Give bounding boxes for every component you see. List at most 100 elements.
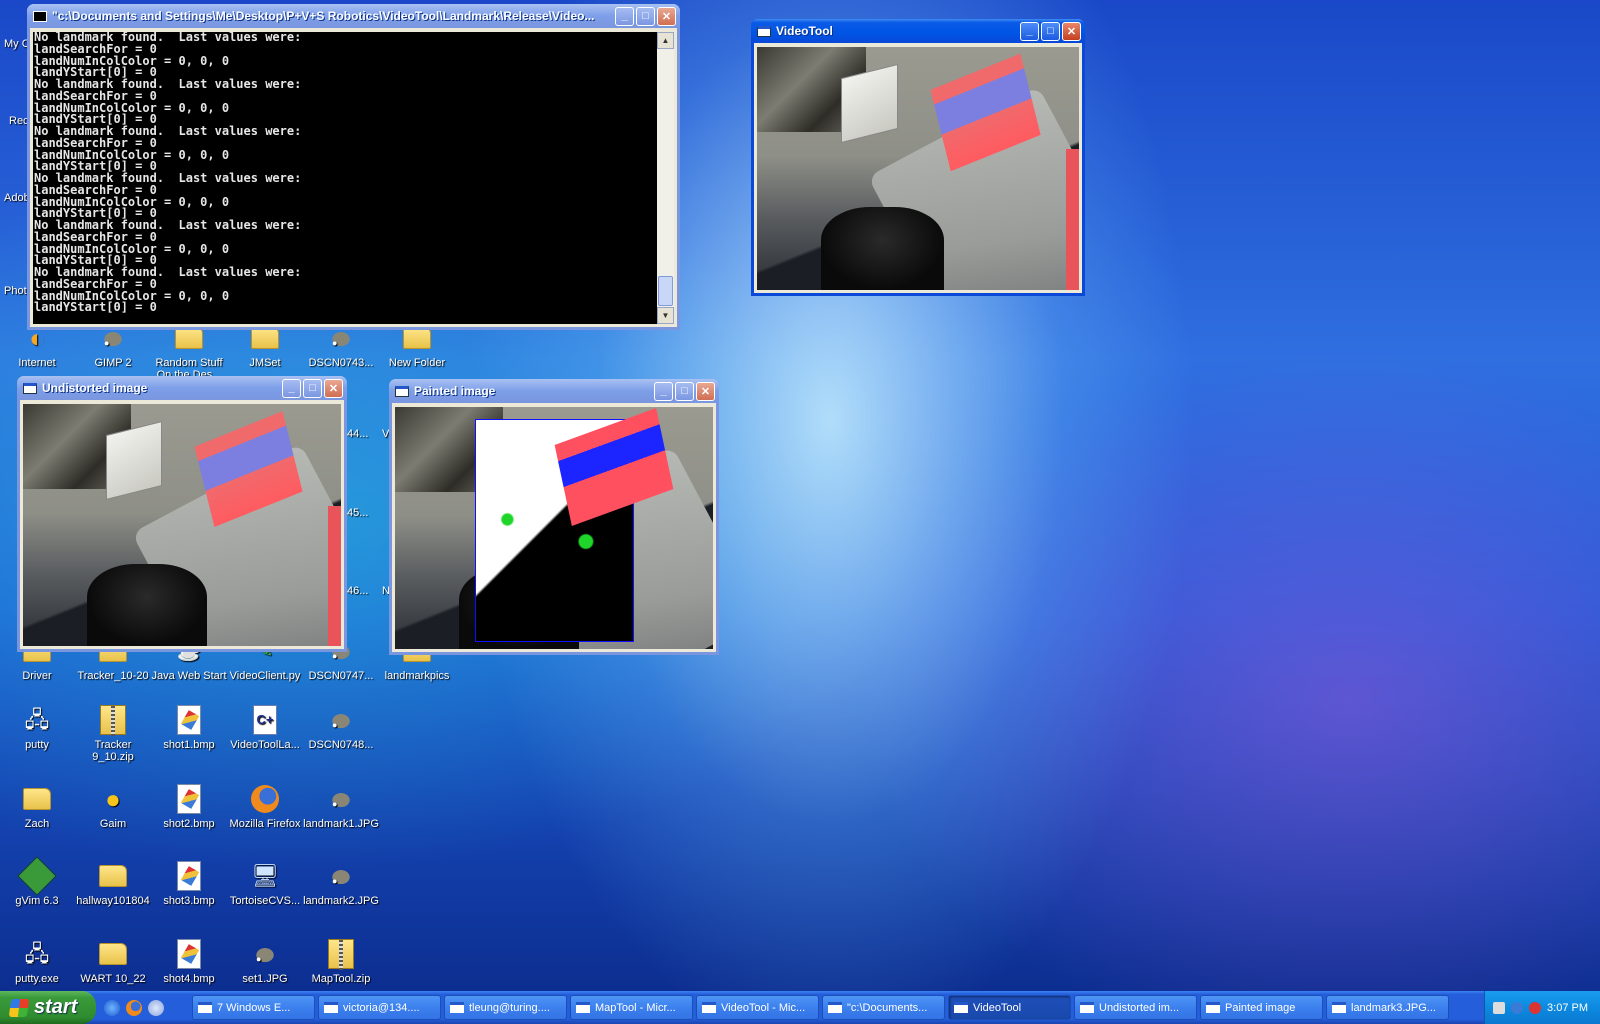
windows-flag-icon <box>8 998 30 1017</box>
partial-icon-label[interactable]: 45... <box>347 507 368 519</box>
console-title: "c:\Documents and Settings\Me\Desktop\P+… <box>52 9 595 23</box>
desktop-icon-videotoollandmark[interactable]: C+ VideoToolLa... <box>225 704 305 751</box>
desktop-icon-shot2[interactable]: shot2.bmp <box>149 783 229 830</box>
taskbar-button[interactable]: Undistorted im... <box>1074 995 1197 1020</box>
taskbar: start 7 Windows E... victoria@134.... tleu… <box>0 991 1600 1024</box>
window-icon <box>828 1002 842 1013</box>
desktop-icon-wart-10-22[interactable]: WART 10_22 <box>73 938 153 985</box>
close-button[interactable]: ✕ <box>657 6 676 26</box>
desktop-icon-mozilla-firefox[interactable]: Mozilla Firefox <box>225 783 305 830</box>
start-button[interactable]: start <box>0 991 96 1024</box>
desktop-icon-dscn0748[interactable]: DSCN0748... <box>301 704 381 751</box>
taskbar-button-label: 7 Windows E... <box>217 1001 291 1014</box>
taskbar-button[interactable]: VideoTool <box>948 995 1071 1020</box>
maximize-button[interactable]: □ <box>1041 21 1060 41</box>
window-icon <box>324 1002 338 1013</box>
maximize-button[interactable]: □ <box>636 6 655 26</box>
close-button[interactable]: ✕ <box>324 378 343 398</box>
system-tray: 3:07 PM <box>1484 991 1600 1024</box>
desktop-icon-tortoisecvs[interactable]: 🖥 TortoiseCVS... <box>225 860 305 907</box>
scroll-up-arrow-icon[interactable]: ▲ <box>657 32 674 49</box>
scrollbar-thumb[interactable] <box>658 276 673 306</box>
window-icon <box>1080 1002 1094 1013</box>
close-button[interactable]: ✕ <box>1062 21 1081 41</box>
console-output-text: No landmark found. Last values were: land… <box>33 32 656 324</box>
desktop-icon-putty[interactable]: 🖧 putty <box>0 704 77 751</box>
minimize-button[interactable]: _ <box>615 6 634 26</box>
window-icon <box>198 1002 212 1013</box>
painted-image-window[interactable]: Painted image _ □ ✕ <box>389 379 719 655</box>
desktop-icon-landmark1[interactable]: landmark1.JPG <box>301 783 381 830</box>
desktop-icon-shot1[interactable]: shot1.bmp <box>149 704 229 751</box>
partial-icon-label[interactable]: 46... <box>347 585 368 597</box>
partial-icon-label[interactable]: My C <box>4 38 30 50</box>
taskbar-buttons: 7 Windows E... victoria@134.... tleung@tur… <box>192 995 1484 1020</box>
window-icon <box>23 382 37 394</box>
folder-icon <box>21 783 53 815</box>
keyboard-icon[interactable] <box>1493 1001 1506 1014</box>
taskbar-button[interactable]: landmark3.JPG... <box>1326 995 1449 1020</box>
partial-icon-label[interactable]: Rec <box>9 115 29 127</box>
desktop-icon-hallway101804[interactable]: hallway101804 <box>73 860 153 907</box>
desktop-icon-tracker-9-10-zip[interactable]: Tracker 9_10.zip <box>73 704 153 763</box>
window-icon <box>576 1002 590 1013</box>
taskbar-button[interactable]: Painted image <box>1200 995 1323 1020</box>
videotool-window[interactable]: VideoTool _ □ ✕ <box>751 19 1085 296</box>
browser-icon[interactable] <box>148 999 164 1016</box>
desktop-icon-landmark2[interactable]: landmark2.JPG <box>301 860 381 907</box>
console-titlebar[interactable]: "c:\Documents and Settings\Me\Desktop\P+… <box>27 4 680 28</box>
close-button[interactable]: ✕ <box>696 381 715 401</box>
taskbar-button[interactable]: victoria@134.... <box>318 995 441 1020</box>
desktop-icon-maptool-zip[interactable]: MapTool.zip <box>301 938 381 985</box>
cpp-file-icon: C+ <box>249 704 281 736</box>
painted-titlebar[interactable]: Painted image _ □ ✕ <box>389 379 719 403</box>
taskbar-button[interactable]: MapTool - Micr... <box>570 995 693 1020</box>
bitmap-file-icon <box>173 860 205 892</box>
taskbar-button[interactable]: VideoTool - Mic... <box>696 995 819 1020</box>
partial-icon-label[interactable]: Adob <box>4 192 30 204</box>
undistorted-titlebar[interactable]: Undistorted image _ □ ✕ <box>17 376 347 400</box>
security-shield-icon[interactable] <box>1529 1001 1542 1014</box>
desktop-icon-shot3[interactable]: shot3.bmp <box>149 860 229 907</box>
zip-folder-icon <box>97 704 129 736</box>
painted-camera-image <box>395 407 713 649</box>
desktop-icon-shot4[interactable]: shot4.bmp <box>149 938 229 985</box>
desktop-icon-random-stuff[interactable]: Random Stuff On the Des... <box>149 322 229 381</box>
videotool-title: VideoTool <box>776 24 833 38</box>
desktop-icon-putty-exe[interactable]: 🖧 putty.exe <box>0 938 77 985</box>
vim-icon <box>17 856 57 896</box>
console-output-area[interactable]: No landmark found. Last values were: land… <box>33 32 674 324</box>
maximize-button[interactable]: □ <box>675 381 694 401</box>
scroll-down-arrow-icon[interactable]: ▼ <box>657 307 674 324</box>
folder-icon <box>97 938 129 970</box>
putty-icon: 🖧 <box>24 941 50 966</box>
internet-explorer-icon[interactable] <box>104 999 120 1016</box>
taskbar-button[interactable]: tleung@turing.... <box>444 995 567 1020</box>
window-icon <box>954 1002 968 1013</box>
taskbar-button[interactable]: "c:\Documents... <box>822 995 945 1020</box>
clock[interactable]: 3:07 PM <box>1547 1002 1588 1014</box>
window-icon <box>1332 1002 1346 1013</box>
desktop-icon-gaim[interactable]: ● Gaim <box>73 783 153 830</box>
window-icon <box>757 25 771 37</box>
painted-title: Painted image <box>414 384 496 398</box>
console-scrollbar[interactable]: ▲ ▼ <box>657 32 674 324</box>
console-window[interactable]: "c:\Documents and Settings\Me\Desktop\P+… <box>27 4 680 330</box>
firefox-icon[interactable] <box>126 999 142 1016</box>
partial-icon-label[interactable]: Phot <box>4 285 27 297</box>
minimize-button[interactable]: _ <box>282 378 301 398</box>
partial-icon-label[interactable]: 44... <box>347 428 368 440</box>
gimp-icon <box>249 938 281 975</box>
network-icon[interactable] <box>1511 1001 1524 1014</box>
gimp-icon <box>325 860 357 897</box>
minimize-button[interactable]: _ <box>1020 21 1039 41</box>
taskbar-button[interactable]: 7 Windows E... <box>192 995 315 1020</box>
desktop-icon-set1[interactable]: set1.JPG <box>225 938 305 985</box>
undistorted-image-window[interactable]: Undistorted image _ □ ✕ <box>17 376 347 652</box>
desktop-icon-gvim[interactable]: gVim 6.3 <box>0 856 77 907</box>
desktop-icon-zach[interactable]: Zach <box>0 783 77 830</box>
window-icon <box>702 1002 716 1013</box>
videotool-titlebar[interactable]: VideoTool _ □ ✕ <box>751 19 1085 43</box>
maximize-button[interactable]: □ <box>303 378 322 398</box>
minimize-button[interactable]: _ <box>654 381 673 401</box>
